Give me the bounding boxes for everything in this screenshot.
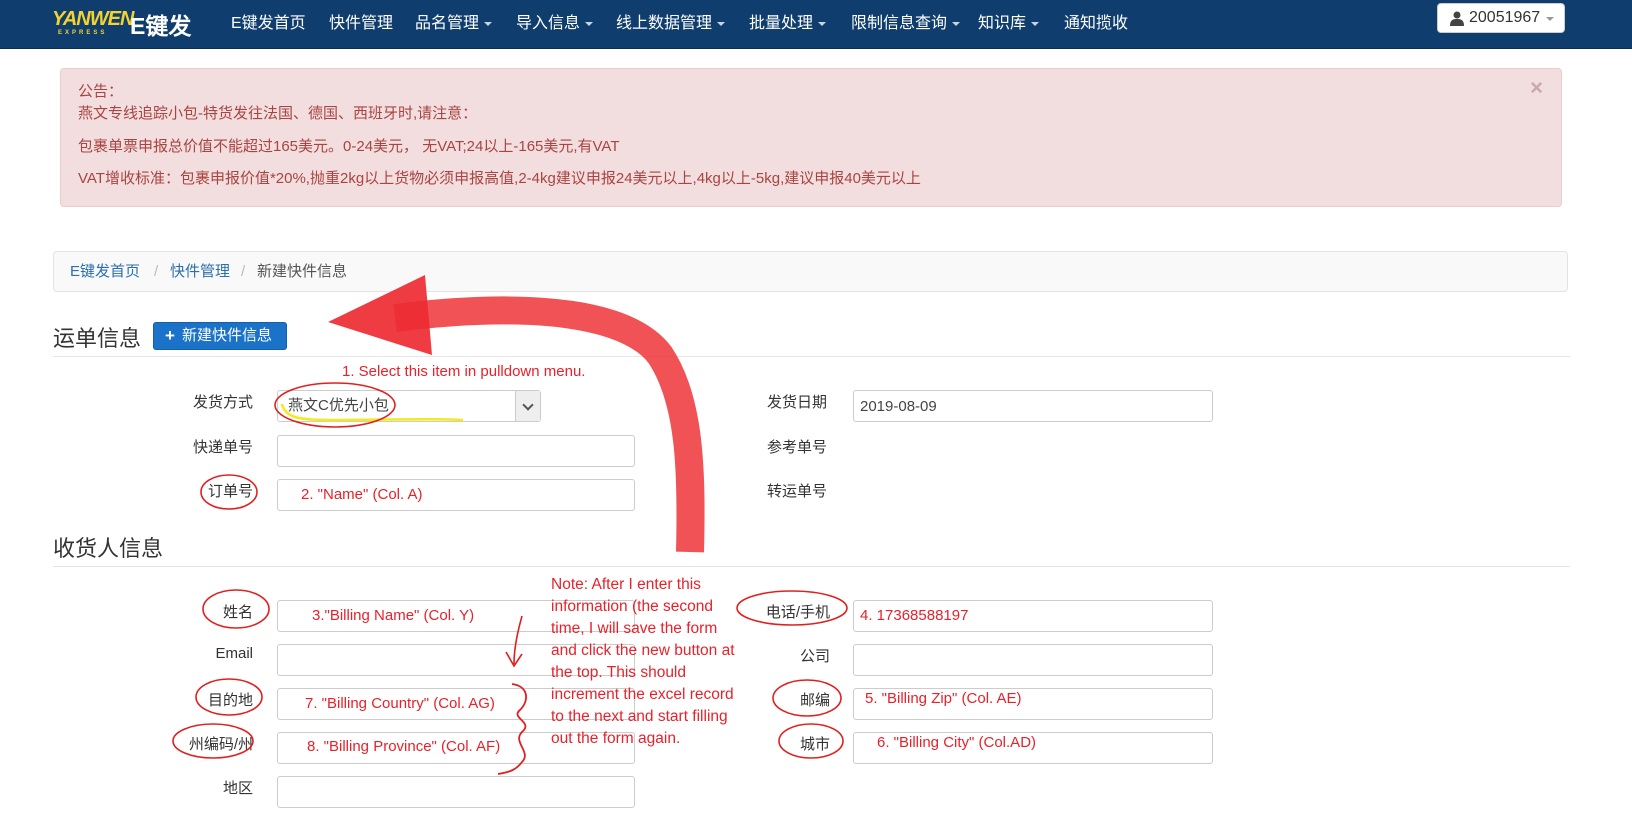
ship-date-field[interactable] [853,390,1213,422]
annotation-note: Note: After I enter this information (th… [551,576,735,747]
destination-label: 目的地 [207,692,253,709]
chevron-down-icon[interactable] [515,391,540,421]
breadcrumb-separator: / [154,263,159,280]
annotation-step-2: 2. "Name" (Col. A) [301,486,423,503]
ship-method-select[interactable]: 燕文C优先小包 [277,390,541,422]
tracking-number-label: 快递单号 [192,439,253,456]
breadcrumb-current: 新建快件信息 [257,263,348,280]
alert-line: 包裹单票申报总价值不能超过165美元。0-24美元， 无VAT;24以上-165… [78,138,620,155]
breadcrumb-home[interactable]: E键发首页 [70,252,140,291]
tracking-number-field[interactable] [277,435,635,467]
annotation-step-4: 4. 17368588197 [860,607,969,624]
plus-icon: + [165,326,175,345]
order-number-label: 订单号 [207,483,253,500]
transfer-number-label: 转运单号 [766,483,827,500]
nav-item-online-data[interactable]: 线上数据管理 [616,9,726,33]
annotation-step-8: 8. "Billing Province" (Col. AF) [307,738,501,755]
nav-item-import[interactable]: 导入信息 [516,9,594,33]
breadcrumb-shipments[interactable]: 快件管理 [170,252,230,291]
alert-line: VAT增收标准：包裹申报价值*20%,抛重2kg以上货物必须申报高值,2-4kg… [78,170,921,187]
user-icon [1450,11,1464,26]
chevron-down-icon [585,21,594,26]
district-label: 地区 [222,780,253,797]
chevron-down-icon [952,21,961,26]
annotation-step-1: 1. Select this item in pulldown menu. [342,363,586,380]
section-divider [53,356,1570,357]
yanwen-logo: YANWEN EXPRESS [52,8,134,36]
reference-number-label: 参考单号 [766,439,827,456]
close-icon[interactable]: × [1530,75,1543,101]
waybill-section-title: 运单信息 [53,326,142,351]
top-navbar: YANWEN EXPRESS E键发 E键发首页 快件管理 品名管理 导入信息 … [0,0,1632,49]
chevron-down-icon [818,21,827,26]
nav-item-knowledge[interactable]: 知识库 [978,9,1040,33]
breadcrumb-separator: / [241,263,246,280]
name-label: 姓名 [222,604,253,621]
nav-item-shipments[interactable]: 快件管理 [329,9,393,33]
nav-item-batch[interactable]: 批量处理 [749,9,827,33]
chevron-down-icon [484,21,493,26]
nav-item-home[interactable]: E键发首页 [231,9,306,33]
ship-date-label: 发货日期 [766,394,827,411]
consignee-section-title: 收货人信息 [53,536,164,561]
user-menu-button[interactable]: 20051967 [1437,3,1565,33]
ship-method-label: 发货方式 [192,394,253,411]
alert-line: 燕文专线追踪小包-特货发往法国、德国、西班牙时,请注意： [78,105,478,122]
email-label: Email [215,645,253,662]
alert-title: 公告： [78,83,124,100]
annotation-step-3: 3."Billing Name" (Col. Y) [312,607,475,624]
brand-name: E键发 [130,13,192,39]
nav-item-restrictions[interactable]: 限制信息查询 [851,9,961,33]
province-label: 州编码/州 [188,736,253,753]
district-field[interactable] [277,776,635,808]
annotation-step-6: 6. "Billing City" (Col.AD) [877,734,1037,751]
user-id: 20051967 [1469,9,1541,26]
chevron-down-icon [1031,21,1040,26]
new-shipment-button[interactable]: + 新建快件信息 [153,322,287,350]
nav-item-pickup[interactable]: 通知揽收 [1064,9,1128,33]
annotation-step-5: 5. "Billing Zip" (Col. AE) [865,690,1022,707]
chevron-down-icon [1546,17,1554,21]
nav-item-products[interactable]: 品名管理 [415,9,493,33]
company-field[interactable] [853,644,1213,676]
section-divider [53,566,1570,567]
announcement-alert: 公告： 燕文专线追踪小包-特货发往法国、德国、西班牙时,请注意： 包裹单票申报总… [60,68,1562,207]
chevron-down-icon [717,21,726,26]
annotation-step-7: 7. "Billing Country" (Col. AG) [305,695,495,712]
breadcrumb: E键发首页 / 快件管理 / 新建快件信息 [53,251,1568,292]
